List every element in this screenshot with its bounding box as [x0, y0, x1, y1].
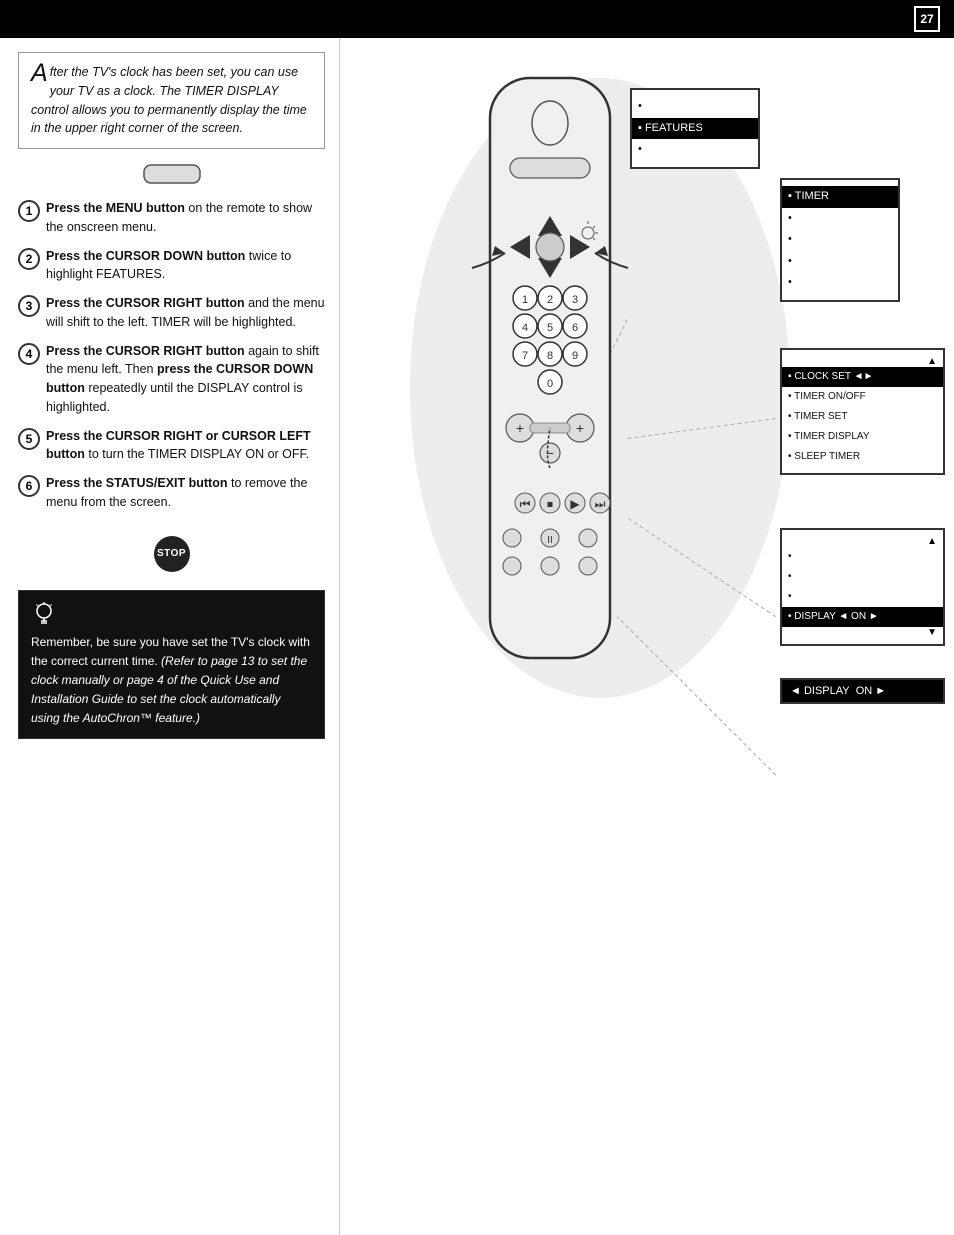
step-num-5: 5 [18, 428, 40, 450]
intro-box: A fter the TV's clock has been set, you … [18, 52, 325, 149]
menu-item: • [782, 272, 898, 294]
tip-header [31, 601, 312, 627]
screen-box-5: ◄ DISPLAY ON ► [780, 678, 945, 704]
step-num-1: 1 [18, 200, 40, 222]
page-number: 27 [914, 6, 940, 32]
stop-icon: STOP [154, 536, 190, 572]
screen-box-3: ▲ ▪ CLOCK SET ◄► • TIMER ON/OFF • TIMER … [780, 348, 945, 475]
step-text-5: Press the CURSOR RIGHT or CURSOR LEFT bu… [46, 427, 325, 465]
svg-text:5: 5 [547, 322, 553, 334]
svg-text:2: 2 [547, 294, 553, 306]
tip-text: Remember, be sure you have set the TV's … [31, 633, 312, 729]
menu-item: • [782, 229, 898, 251]
screen-box-4: ▲ • • • • DISPLAY ◄ ON ► ▼ [780, 528, 945, 646]
screen-box-2: ▪ TIMER • • • • [780, 178, 900, 302]
svg-text:⏮: ⏮ [520, 497, 531, 511]
menu-item: • [782, 208, 898, 230]
svg-text:0: 0 [547, 378, 553, 390]
svg-text:8: 8 [547, 350, 553, 362]
svg-text:▶: ▶ [570, 497, 580, 511]
scroll-down: ▼ [782, 627, 943, 638]
step-text-1: Press the MENU button on the remote to s… [46, 199, 325, 237]
step-6: 6 Press the STATUS/EXIT button to remove… [18, 474, 325, 512]
bulb-icon [31, 601, 57, 627]
step-3: 3 Press the CURSOR RIGHT button and the … [18, 294, 325, 332]
svg-text:3: 3 [572, 294, 578, 306]
step-text-2: Press the CURSOR DOWN button twice to hi… [46, 247, 325, 285]
tip-box: Remember, be sure you have set the TV's … [18, 590, 325, 740]
intro-text: fter the TV's clock has been set, you ca… [31, 65, 307, 135]
menu-item-display-highlighted: • DISPLAY ◄ ON ► [782, 607, 943, 627]
menu-item-highlighted: ▪ TIMER [782, 186, 898, 208]
step-text-4: Press the CURSOR RIGHT button again to s… [46, 342, 325, 417]
step-1: 1 Press the MENU button on the remote to… [18, 199, 325, 237]
scroll-up: ▲ [782, 356, 943, 367]
left-panel: A fter the TV's clock has been set, you … [0, 38, 340, 1235]
menu-item: • SLEEP TIMER [782, 447, 943, 467]
step-num-4: 4 [18, 343, 40, 365]
step-text-6: Press the STATUS/EXIT button to remove t… [46, 474, 325, 512]
svg-text:4: 4 [522, 322, 528, 334]
svg-text:⏭: ⏭ [595, 497, 606, 511]
top-bar: 27 [0, 0, 954, 38]
svg-text:7: 7 [522, 350, 528, 362]
svg-text:+: + [516, 420, 524, 436]
svg-text:1: 1 [522, 294, 528, 306]
svg-text:II: II [547, 535, 553, 546]
step-2: 2 Press the CURSOR DOWN button twice to … [18, 247, 325, 285]
svg-text:+: + [576, 420, 584, 436]
drop-cap: A [31, 63, 48, 83]
step-num-2: 2 [18, 248, 40, 270]
menu-item: • TIMER ON/OFF [782, 387, 943, 407]
menu-item: • [782, 251, 898, 273]
main-content: A fter the TV's clock has been set, you … [0, 38, 954, 1235]
menu-item: • TIMER DISPLAY [782, 427, 943, 447]
remote-control-svg: 1 2 3 4 5 6 7 8 9 0 [430, 68, 670, 828]
menu-item: • [782, 547, 943, 567]
menu-item: • TIMER SET [782, 407, 943, 427]
menu-item: • [782, 567, 943, 587]
menu-item-highlighted: ▪ CLOCK SET ◄► [782, 367, 943, 387]
step-text-3: Press the CURSOR RIGHT button and the me… [46, 294, 325, 332]
step-num-3: 3 [18, 295, 40, 317]
display-on-label: ◄ DISPLAY ON ► [790, 685, 886, 697]
scroll-up-2: ▲ [782, 536, 943, 547]
step-5: 5 Press the CURSOR RIGHT or CURSOR LEFT … [18, 427, 325, 465]
svg-text:9: 9 [572, 350, 578, 362]
step-4: 4 Press the CURSOR RIGHT button again to… [18, 342, 325, 417]
svg-text:⏹: ⏹ [547, 497, 553, 511]
svg-text:6: 6 [572, 322, 578, 334]
menu-item: • [782, 587, 943, 607]
remote-small-icon [142, 163, 202, 185]
right-panel: • ▪ FEATURES • ▪ TIMER • • • • ▲ ▪ CLOCK… [340, 38, 954, 1235]
step-num-6: 6 [18, 475, 40, 497]
